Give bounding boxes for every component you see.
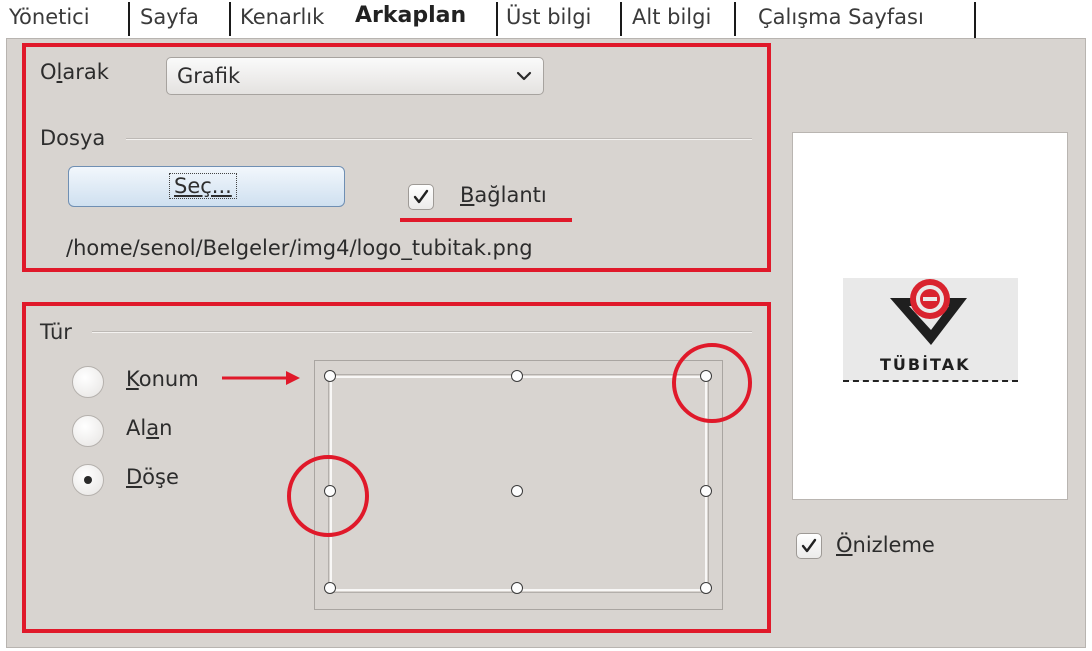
logo-baseline (843, 380, 1018, 382)
annotation-circle (672, 343, 752, 423)
preview-checkbox[interactable] (796, 533, 822, 559)
preview-checkbox-label: Önizleme (836, 533, 935, 557)
logo-text: TÜBİTAK (880, 355, 971, 374)
annotation-circle (287, 455, 369, 537)
arrow-right-icon (222, 371, 300, 385)
checkmark-icon (801, 538, 817, 553)
